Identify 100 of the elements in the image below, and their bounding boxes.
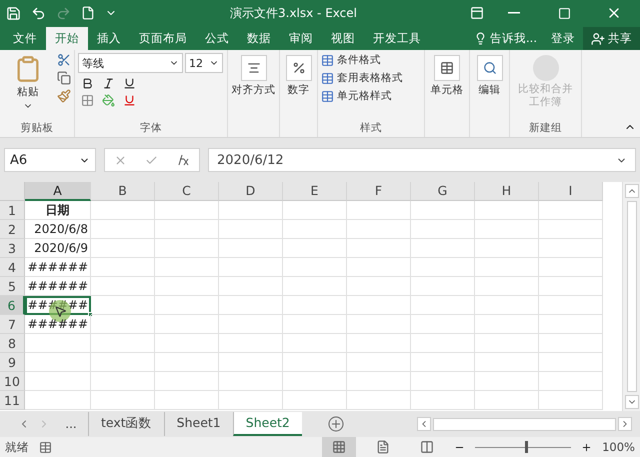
ribbon-tab[interactable]: 视图 [322, 27, 364, 50]
row-header[interactable]: 10 [0, 372, 25, 391]
table-cell[interactable] [475, 353, 539, 372]
row-header[interactable]: 6 [0, 296, 25, 315]
table-cell[interactable] [475, 220, 539, 239]
table-cell[interactable] [91, 239, 155, 258]
table-cell[interactable] [91, 220, 155, 239]
zoom-thumb[interactable] [524, 441, 528, 453]
cancel-icon[interactable] [114, 154, 127, 166]
table-cell[interactable] [155, 391, 219, 410]
table-cell[interactable] [91, 296, 155, 315]
table-cell[interactable] [475, 201, 539, 220]
save-icon[interactable] [6, 6, 21, 20]
table-cell[interactable] [347, 391, 411, 410]
table-cell[interactable] [91, 391, 155, 410]
table-cell[interactable] [539, 334, 603, 353]
column-header[interactable]: H [475, 182, 539, 201]
table-cell[interactable] [91, 372, 155, 391]
copy-icon[interactable] [57, 71, 71, 85]
font-name-field[interactable]: 等线 [78, 53, 183, 73]
row-header[interactable]: 2 [0, 220, 25, 239]
ribbon-tab[interactable]: 审阅 [280, 27, 322, 50]
table-cell[interactable]: ###### [25, 277, 91, 296]
table-cell[interactable] [283, 391, 347, 410]
table-cell[interactable] [539, 296, 603, 315]
table-cell[interactable] [283, 239, 347, 258]
table-cell[interactable] [219, 201, 283, 220]
table-cell[interactable]: 2020/6/9 [25, 239, 91, 258]
table-cell[interactable] [347, 353, 411, 372]
table-cell[interactable] [155, 220, 219, 239]
column-header[interactable]: C [155, 182, 219, 201]
table-cell[interactable] [539, 258, 603, 277]
table-cell[interactable] [91, 277, 155, 296]
table-cell[interactable] [155, 334, 219, 353]
table-cell[interactable] [91, 315, 155, 334]
table-cell[interactable]: 日期 [25, 201, 91, 220]
enter-icon[interactable] [145, 154, 158, 166]
table-cell[interactable] [155, 372, 219, 391]
borders-icon[interactable] [81, 94, 94, 107]
cells-button[interactable]: 单元格 [428, 53, 466, 121]
zoom-in-icon[interactable] [581, 442, 592, 452]
styles-menu-button[interactable]: 单元格样式 [321, 89, 421, 103]
column-header[interactable]: I [539, 182, 603, 201]
row-header[interactable]: 9 [0, 353, 25, 372]
table-cell[interactable] [155, 315, 219, 334]
table-cell[interactable] [475, 315, 539, 334]
table-cell[interactable] [475, 277, 539, 296]
table-cell[interactable]: 2020/6/8 [25, 220, 91, 239]
table-cell[interactable] [539, 315, 603, 334]
cut-icon[interactable] [57, 53, 71, 67]
share-button[interactable]: 共享 [583, 27, 640, 50]
table-cell[interactable] [539, 391, 603, 410]
table-cell[interactable] [411, 353, 475, 372]
table-cell[interactable] [25, 353, 91, 372]
table-cell[interactable] [25, 372, 91, 391]
table-cell[interactable] [219, 334, 283, 353]
table-cell[interactable] [155, 239, 219, 258]
table-cell[interactable] [283, 334, 347, 353]
table-cell[interactable] [475, 239, 539, 258]
sheet-tab[interactable]: Sheet2 [232, 412, 302, 436]
column-header[interactable]: E [283, 182, 347, 201]
table-cell[interactable] [475, 391, 539, 410]
tell-me-button[interactable]: 告诉我... [468, 27, 543, 50]
table-cell[interactable]: ###### [25, 258, 91, 277]
fill-color-icon[interactable] [102, 94, 115, 107]
row-header[interactable]: 4 [0, 258, 25, 277]
table-cell[interactable] [347, 239, 411, 258]
scroll-up-button[interactable] [624, 184, 638, 198]
table-cell[interactable] [155, 296, 219, 315]
table-cell[interactable] [347, 315, 411, 334]
table-cell[interactable] [347, 201, 411, 220]
table-cell[interactable] [411, 391, 475, 410]
ribbon-tab[interactable]: 开发工具 [364, 27, 430, 50]
table-cell[interactable] [539, 277, 603, 296]
column-header[interactable]: G [411, 182, 475, 201]
normal-view-button[interactable] [322, 437, 356, 457]
table-cell[interactable] [219, 391, 283, 410]
row-header[interactable]: 5 [0, 277, 25, 296]
table-cell[interactable] [539, 372, 603, 391]
table-cell[interactable] [91, 258, 155, 277]
table-cell[interactable] [539, 201, 603, 220]
ribbon-tab[interactable]: 插入 [88, 27, 130, 50]
table-cell[interactable] [347, 372, 411, 391]
row-header[interactable]: 7 [0, 315, 25, 334]
new-file-icon[interactable] [81, 6, 95, 20]
table-cell[interactable] [411, 315, 475, 334]
styles-menu-button[interactable]: 套用表格格式 [321, 71, 421, 85]
table-cell[interactable] [91, 201, 155, 220]
number-button[interactable]: 数字 [283, 53, 314, 121]
table-cell[interactable] [283, 220, 347, 239]
select-all-corner[interactable] [0, 182, 25, 201]
table-cell[interactable]: ###### [25, 296, 91, 315]
table-cell[interactable] [283, 315, 347, 334]
table-cell[interactable] [411, 372, 475, 391]
ribbon-display-icon[interactable] [470, 6, 484, 20]
table-cell[interactable] [347, 296, 411, 315]
table-cell[interactable] [219, 372, 283, 391]
table-cell[interactable] [283, 372, 347, 391]
table-cell[interactable] [411, 334, 475, 353]
table-cell[interactable] [155, 353, 219, 372]
